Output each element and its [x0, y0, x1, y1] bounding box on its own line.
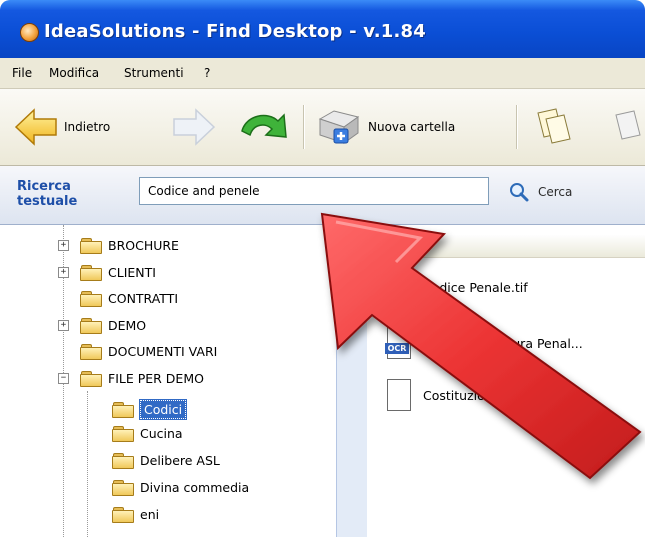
tree-item[interactable]: + BROCHURE	[58, 233, 179, 257]
folder-tree: + BROCHURE + CLIENTI CONTRATTI + DEMO DO…	[8, 225, 344, 537]
content-area: + BROCHURE + CLIENTI CONTRATTI + DEMO DO…	[0, 225, 645, 537]
tree-item-label: CONTRATTI	[108, 290, 179, 306]
folder-icon	[112, 452, 134, 469]
tree-item[interactable]: Divina commedia	[112, 475, 249, 499]
forward-arrow-icon	[173, 108, 216, 146]
folder-icon	[112, 425, 134, 442]
search-icon	[510, 183, 529, 202]
search-bar: Ricerca testuale Codice and penele Cerca	[0, 166, 645, 225]
ocr-icon: OCR	[385, 327, 411, 359]
paste-button[interactable]	[612, 99, 642, 155]
folder-icon	[80, 264, 102, 281]
tree-item-label: DOCUMENTI VARI	[108, 343, 218, 359]
tree-item-label: DEMO	[108, 317, 147, 333]
copy-button[interactable]	[532, 99, 580, 155]
tree-item-label: BROCHURE	[108, 237, 179, 253]
tree-item[interactable]: + DEMO	[58, 313, 146, 337]
tree-item[interactable]: Cucina	[112, 421, 183, 445]
search-button-label: Cerca	[538, 185, 573, 199]
file-row[interactable]: Codice Penale.tif	[385, 267, 528, 307]
tree-item-label: Divina commedia	[140, 479, 250, 495]
tree-item-label: Cucina	[140, 425, 183, 441]
refresh-arrow-icon	[241, 113, 287, 138]
title-bar: IdeaSolutions - Find Desktop - v.1.84	[0, 0, 645, 58]
file-name: Costituzione...	[423, 387, 513, 403]
file-row[interactable]: OCR Codice procedura Penal...	[385, 323, 583, 363]
copy-icon	[537, 108, 571, 144]
tree-item[interactable]: CONTRATTI	[58, 286, 178, 310]
app-window: IdeaSolutions - Find Desktop - v.1.84 Fi…	[0, 0, 645, 537]
file-name: Codice procedura Penal...	[423, 335, 583, 351]
folder-icon	[80, 290, 102, 307]
collapse-icon[interactable]: −	[58, 373, 69, 384]
tree-item-label: CLIENTI	[108, 264, 156, 280]
folder-icon	[112, 479, 134, 496]
menu-strumenti[interactable]: Strumenti	[124, 66, 184, 80]
window-title: IdeaSolutions - Find Desktop - v.1.84	[44, 21, 426, 42]
tree-item-label: Codici	[138, 398, 188, 420]
tree-item-label: Delibere ASL	[140, 452, 220, 468]
folder-icon	[112, 506, 134, 523]
folder-icon	[80, 343, 102, 360]
app-icon	[20, 23, 39, 42]
menu-bar: File Modifica Strumenti ?	[0, 58, 645, 89]
file-list-header	[367, 235, 645, 258]
file-row[interactable]: Costituzione...	[385, 375, 512, 415]
search-button[interactable]: Cerca	[508, 179, 572, 205]
menu-file[interactable]: File	[12, 66, 32, 80]
file-name: Codice Penale.tif	[423, 279, 528, 295]
tree-item[interactable]: DOCUMENTI VARI	[58, 339, 217, 363]
new-folder-button[interactable]: Nuova cartella	[316, 99, 455, 155]
toolbar: Indietro Nuova cartella	[0, 89, 645, 166]
folder-open-icon	[80, 370, 102, 387]
doc-icon	[385, 379, 411, 411]
new-folder-icon	[318, 110, 360, 144]
tree-item[interactable]: + CLIENTI	[58, 260, 156, 284]
search-caption: Ricerca testuale	[17, 179, 77, 209]
back-label: Indietro	[64, 120, 111, 134]
tree-item[interactable]: Delibere ASL	[112, 448, 220, 472]
tree-item-label: eni	[140, 506, 160, 522]
back-arrow-icon	[14, 108, 57, 146]
menu-help[interactable]: ?	[204, 66, 210, 80]
tree-item-label: FILE PER DEMO	[108, 370, 204, 386]
file-list: Codice Penale.tif OCR Codice procedura P…	[367, 225, 645, 537]
refresh-button[interactable]	[238, 99, 292, 155]
folder-icon	[80, 237, 102, 254]
tree-item[interactable]: eni	[112, 502, 159, 526]
search-caption-line1: Ricerca	[17, 179, 71, 194]
menu-modifica[interactable]: Modifica	[49, 66, 99, 80]
search-input[interactable]: Codice and penele	[139, 177, 489, 205]
tree-item-selected[interactable]: Codici	[112, 397, 188, 421]
expand-icon[interactable]: +	[58, 267, 69, 278]
back-button[interactable]: Indietro	[14, 99, 110, 155]
expand-icon[interactable]: +	[58, 240, 69, 251]
tif-icon	[385, 271, 411, 303]
tree-scrollbar[interactable]	[336, 285, 367, 537]
paste-icon	[615, 110, 641, 140]
folder-icon	[80, 317, 102, 334]
tree-item[interactable]: − FILE PER DEMO	[58, 366, 204, 390]
folder-open-icon	[112, 401, 134, 418]
search-caption-line2: testuale	[17, 194, 78, 209]
forward-button[interactable]	[172, 99, 216, 155]
new-folder-label: Nuova cartella	[368, 120, 456, 134]
expand-icon[interactable]: +	[58, 320, 69, 331]
